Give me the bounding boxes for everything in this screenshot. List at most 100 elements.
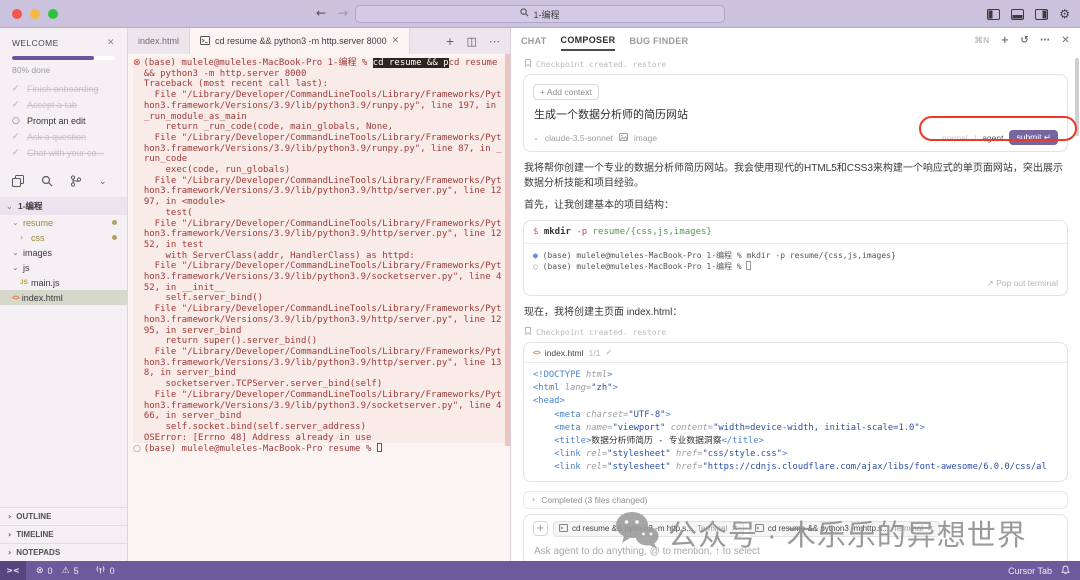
terminal-line: hon3.framework/Versions/3.9/lib/python3.… — [133, 144, 510, 155]
tab-composer[interactable]: COMPOSER — [561, 30, 616, 51]
code-token: charset= — [586, 410, 628, 420]
welcome-item[interactable]: ○Prompt an edit — [0, 113, 127, 129]
settings-gear-icon[interactable]: ⚙ — [1059, 7, 1070, 21]
code-token: <meta — [554, 410, 586, 420]
new-composer-shortcut: ⌘N — [974, 35, 989, 46]
code-token: <html — [533, 383, 565, 393]
new-chat-icon[interactable]: + — [1001, 35, 1010, 46]
tab-index-html[interactable]: index.html — [128, 28, 190, 54]
sidebar-section-notepads[interactable]: ›NOTEPADS — [0, 543, 127, 561]
welcome-item[interactable]: ✓Accept a tab — [0, 97, 127, 113]
bookmark-icon — [525, 327, 531, 337]
context-chip-terminal[interactable]: cd resume && python3 -m http.s...Termina… — [553, 521, 744, 537]
close-window-button[interactable] — [12, 9, 22, 19]
tab-bug-finder[interactable]: BUG FINDER — [629, 31, 688, 50]
tree-item-main-js[interactable]: JSmain.js — [0, 275, 127, 290]
code-token: > — [782, 449, 787, 459]
welcome-item-label: Accept a tab — [27, 100, 77, 110]
explorer-root-folder[interactable]: ⌄ 1-编程 — [0, 197, 127, 215]
bell-icon[interactable] — [1061, 565, 1070, 577]
cursor-tab-label[interactable]: Cursor Tab — [1008, 566, 1052, 576]
close-tab-icon[interactable]: ✕ — [392, 36, 400, 46]
code-token: > — [920, 423, 925, 433]
code-token: "css/style.css" — [703, 449, 782, 459]
assistant-paragraph: 首先，让我创建基本的项目结构： — [524, 198, 1068, 213]
file-name[interactable]: index.html — [545, 348, 584, 358]
welcome-item-label: Finish onboarding — [27, 84, 99, 94]
workspace-search-box[interactable]: 1-编程 — [355, 5, 725, 23]
terminal-line: ⊗ (base) mulele@muleles-MacBook-Pro 1-编程… — [133, 58, 510, 69]
shell-command[interactable]: $ mkdir -p resume/{css,js,images} — [524, 221, 1067, 244]
welcome-item[interactable]: ✓Finish onboarding — [0, 81, 127, 97]
tree-item-label: css — [31, 233, 45, 243]
toggle-left-panel-icon[interactable] — [987, 9, 1000, 20]
code-line: <html lang="zh"> — [533, 382, 1058, 395]
code-token: <title> — [554, 436, 591, 446]
close-welcome-icon[interactable]: ✕ — [107, 38, 115, 48]
tree-item-index-html[interactable]: <>index.html — [0, 290, 127, 305]
explorer-icon[interactable] — [12, 175, 24, 189]
checkpoint-restore-link[interactable]: restore — [633, 328, 667, 337]
code-token: > — [665, 410, 670, 420]
code-block[interactable]: <!DOCTYPE html><html lang="zh"><head> <m… — [524, 363, 1067, 481]
add-attachment-button[interactable]: + — [533, 521, 548, 536]
minimize-window-button[interactable] — [30, 9, 40, 19]
welcome-item[interactable]: ✓Ask a question — [0, 129, 127, 145]
new-terminal-icon[interactable]: + — [445, 35, 454, 48]
js-file-icon: JS — [20, 279, 28, 286]
tree-item-images[interactable]: ⌄images — [0, 245, 127, 260]
zoom-window-button[interactable] — [48, 9, 58, 19]
problems-indicator[interactable]: ⊗ 0 ⚠ 5 — [36, 566, 79, 576]
tree-item-resume[interactable]: ⌄resume — [0, 215, 127, 230]
completed-summary-row[interactable]: › Completed (3 files changed) — [523, 491, 1068, 509]
chevron-expanded-icon: ⌄ — [6, 202, 14, 211]
errors-count: 0 — [48, 566, 53, 576]
terminal-line: hon3.framework/Versions/3.9/lib/python3.… — [133, 101, 510, 112]
close-panel-icon[interactable]: ✕ — [1061, 35, 1070, 46]
tab-chat[interactable]: CHAT — [521, 31, 547, 50]
split-editor-icon[interactable]: ◫ — [467, 35, 477, 48]
chevron-collapsed-icon: › — [8, 530, 11, 539]
broadcast-icon — [95, 565, 106, 576]
code-line: <!DOCTYPE html> — [533, 369, 1058, 382]
image-button[interactable]: image — [634, 133, 657, 143]
cmd-token: -p — [571, 227, 593, 237]
more-actions-icon[interactable]: ⋯ — [489, 35, 500, 48]
tree-item-css[interactable]: ›css — [0, 230, 127, 245]
command-output-line: ● (base) mulele@muleles-MacBook-Pro 1-编程… — [533, 250, 1058, 261]
ports-indicator[interactable]: 0 — [95, 565, 115, 576]
checkpoint-restore-link[interactable]: restore — [633, 60, 667, 69]
code-line: <head> — [533, 395, 1058, 408]
source-control-icon[interactable] — [70, 175, 82, 189]
terminal-line: socketserver.TCPServer.server_bind(self) — [133, 379, 510, 390]
popout-terminal-link[interactable]: ↗ Pop out terminal — [524, 274, 1067, 295]
terminal-line: File "/Library/Developer/CommandLineTool… — [133, 133, 510, 144]
add-context-button[interactable]: + Add context — [533, 84, 599, 100]
bullet-icon: ○ — [533, 262, 543, 271]
forward-arrow-icon[interactable]: → — [338, 6, 348, 20]
tree-item-label: index.html — [22, 293, 63, 303]
remote-indicator[interactable]: >< — [0, 561, 26, 580]
model-select[interactable]: claude-3.5-sonnet — [545, 133, 613, 143]
tree-item-js[interactable]: ⌄js — [0, 260, 127, 275]
history-icon[interactable]: ↺ — [1020, 35, 1029, 46]
chevron-collapsed-icon: › — [8, 512, 11, 521]
back-arrow-icon[interactable]: ← — [316, 6, 326, 20]
more-options-icon[interactable]: ⋯ — [1040, 35, 1050, 46]
tab-terminal[interactable]: cd resume && python3 -m http.server 8000… — [190, 28, 410, 54]
section-label: NOTEPADS — [16, 548, 60, 557]
search-tool-icon[interactable] — [41, 175, 53, 189]
sidebar-section-outline[interactable]: ›OUTLINE — [0, 507, 127, 525]
welcome-item[interactable]: ✓Chat with your co... — [0, 145, 127, 161]
toggle-right-panel-icon[interactable] — [1035, 9, 1048, 20]
composer-input[interactable]: Ask agent to do anything, @ to mention, … — [534, 546, 1058, 557]
toggle-bottom-panel-icon[interactable] — [1011, 9, 1024, 20]
remove-chip-icon[interactable]: ✕ — [731, 524, 738, 533]
context-chip-terminal[interactable]: cd resume && python3 -m http.s...Termina… — [749, 521, 940, 537]
remove-chip-icon[interactable]: ✕ — [927, 524, 934, 533]
sidebar-section-timeline[interactable]: ›TIMELINE — [0, 525, 127, 543]
terminal-output[interactable]: ⊗ (base) mulele@muleles-MacBook-Pro 1-编程… — [128, 54, 510, 561]
code-token: "https://cdnjs.cloudflare.com/ajax/libs/… — [703, 462, 1047, 472]
code-token — [533, 436, 554, 446]
chevron-down-icon[interactable]: ⌄ — [99, 177, 107, 187]
